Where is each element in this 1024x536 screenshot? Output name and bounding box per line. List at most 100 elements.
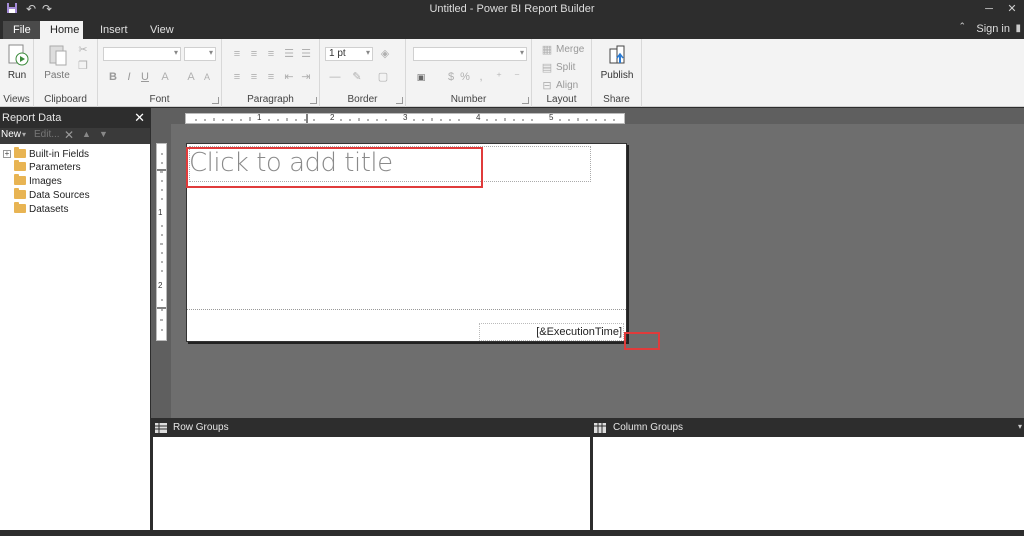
- help-icon[interactable]: ▮: [1015, 23, 1021, 34]
- tab-insert[interactable]: Insert: [90, 21, 138, 39]
- run-icon[interactable]: [7, 43, 29, 67]
- align-button[interactable]: Align: [556, 80, 578, 91]
- group-border: 1 pt ▾ ◈ — ✎ ▢ Border: [320, 39, 406, 107]
- border-width-select[interactable]: 1 pt ▾: [325, 47, 373, 61]
- group-layout: ▦ Merge ▤ Split ⊟ Align Layout: [532, 39, 592, 107]
- chevron-down-icon: ▾: [173, 48, 178, 57]
- border-width-value: 1 pt: [329, 48, 346, 59]
- ribbon-collapse-icon[interactable]: ⌃: [958, 21, 966, 32]
- chevron-down-icon[interactable]: ▾: [22, 130, 26, 139]
- fill-color-icon[interactable]: ◈: [378, 47, 392, 61]
- percent-icon[interactable]: %: [458, 70, 472, 84]
- row-groups-pane[interactable]: [153, 437, 590, 530]
- italic-icon[interactable]: I: [122, 70, 136, 84]
- column-groups-pane[interactable]: [593, 437, 1024, 530]
- group-share-label: Share: [603, 94, 630, 105]
- comma-icon[interactable]: ,: [474, 70, 488, 84]
- minimize-icon[interactable]: ─: [979, 2, 999, 16]
- close-icon[interactable]: ✕: [134, 108, 145, 128]
- increase-indent-icon[interactable]: ⇥: [299, 70, 313, 84]
- border-color-icon[interactable]: ✎: [350, 70, 364, 84]
- underline-icon[interactable]: U: [138, 70, 152, 84]
- move-down-icon[interactable]: ▼: [99, 129, 108, 139]
- placeholder-icon[interactable]: ▣: [414, 70, 428, 84]
- shrink-font-icon[interactable]: A: [200, 70, 214, 84]
- split-button[interactable]: Split: [556, 62, 575, 73]
- chevron-down-icon[interactable]: ▾: [1018, 422, 1022, 431]
- tree-item-data-sources[interactable]: Data Sources: [14, 188, 90, 202]
- publish-button[interactable]: Publish: [592, 70, 642, 81]
- number-format-select[interactable]: ▾: [413, 47, 527, 61]
- title-bar: ↶ ↷ Untitled - Power BI Report Builder ─…: [0, 0, 1024, 20]
- vertical-ruler: 1 2: [156, 143, 167, 341]
- tree-item-parameters[interactable]: Parameters: [14, 160, 81, 174]
- tree-item-label: Parameters: [29, 162, 81, 173]
- grow-font-icon[interactable]: A: [184, 70, 198, 84]
- tab-view[interactable]: View: [140, 21, 184, 39]
- ruler-tick-label: 4: [476, 113, 481, 122]
- new-button[interactable]: New: [1, 129, 21, 140]
- tree-item-built-in-fields[interactable]: Built-in Fields: [14, 147, 89, 161]
- edit-button[interactable]: Edit...: [34, 129, 60, 140]
- merge-button[interactable]: Merge: [556, 44, 584, 55]
- cut-icon[interactable]: ✂: [76, 43, 90, 57]
- tree-item-datasets[interactable]: Datasets: [14, 202, 69, 216]
- borders-icon[interactable]: ▢: [376, 70, 390, 84]
- border-style-icon[interactable]: —: [328, 70, 342, 84]
- folder-icon: [14, 202, 26, 213]
- bold-icon[interactable]: B: [106, 70, 120, 84]
- merge-icon[interactable]: ▦: [540, 43, 554, 57]
- align-bottom-icon[interactable]: ≡: [264, 47, 278, 61]
- group-layout-label: Layout: [546, 94, 577, 105]
- move-up-icon[interactable]: ▲: [82, 129, 91, 139]
- copy-icon[interactable]: ❐: [76, 59, 90, 73]
- chevron-down-icon: ▾: [208, 48, 213, 57]
- group-views: Run Views: [0, 39, 34, 107]
- decrease-indent-icon[interactable]: ⇤: [282, 70, 296, 84]
- font-dialog-launcher-icon[interactable]: [212, 97, 219, 104]
- align-middle-icon[interactable]: ≡: [247, 47, 261, 61]
- list-icon[interactable]: ☰: [282, 47, 296, 61]
- tab-home[interactable]: Home: [40, 21, 83, 39]
- decrease-decimal-icon[interactable]: ⁻: [510, 70, 524, 84]
- paste-button[interactable]: Paste: [40, 70, 74, 81]
- paste-icon[interactable]: [48, 43, 68, 67]
- align-icon[interactable]: ⊟: [540, 79, 554, 93]
- group-font-label: Font: [149, 94, 170, 105]
- group-share: Publish Share: [592, 39, 642, 107]
- report-data-header: Report Data ✕: [0, 108, 150, 128]
- sign-in-link[interactable]: Sign in: [976, 23, 1010, 35]
- paragraph-dialog-launcher-icon[interactable]: [310, 97, 317, 104]
- execution-time-expression[interactable]: [&ExecutionTime]: [479, 326, 622, 338]
- split-icon[interactable]: ▤: [540, 61, 554, 75]
- report-page[interactable]: Click to add title [&ExecutionTime]: [186, 143, 627, 342]
- align-right-icon[interactable]: ≡: [264, 70, 278, 84]
- status-bar: [0, 530, 1024, 536]
- row-groups-title: Row Groups: [173, 422, 229, 433]
- expand-icon[interactable]: +: [3, 150, 11, 158]
- tab-file[interactable]: File: [3, 21, 41, 39]
- border-dialog-launcher-icon[interactable]: [396, 97, 403, 104]
- tree-item-images[interactable]: Images: [14, 174, 62, 188]
- run-button[interactable]: Run: [0, 70, 34, 81]
- font-size-select[interactable]: ▾: [184, 47, 216, 61]
- currency-icon[interactable]: $: [444, 70, 458, 84]
- group-clipboard: Paste ✂ ❐ Clipboard: [34, 39, 98, 107]
- align-left-icon[interactable]: ≡: [230, 70, 244, 84]
- ruler-tick-label: 5: [549, 113, 554, 122]
- tree-item-label: Datasets: [29, 204, 69, 215]
- ruler-tick-label: 1: [257, 113, 262, 122]
- publish-icon[interactable]: [606, 43, 628, 67]
- bullet-list-icon[interactable]: ☰: [299, 47, 313, 61]
- align-top-icon[interactable]: ≡: [230, 47, 244, 61]
- close-window-icon[interactable]: ✕: [1002, 2, 1022, 16]
- font-color-icon[interactable]: A: [158, 70, 172, 84]
- align-center-icon[interactable]: ≡: [247, 70, 261, 84]
- ribbon-tab-row: File Home Insert View ⌃ Sign in ▮: [0, 20, 1024, 39]
- font-family-select[interactable]: ▾: [103, 47, 181, 61]
- ruler-tick-label: 2: [158, 281, 163, 290]
- increase-decimal-icon[interactable]: ⁺: [492, 70, 506, 84]
- grouping-pane-header: Row Groups Column Groups ▾: [151, 419, 1024, 437]
- number-dialog-launcher-icon[interactable]: [522, 97, 529, 104]
- delete-icon[interactable]: ✕: [64, 128, 74, 142]
